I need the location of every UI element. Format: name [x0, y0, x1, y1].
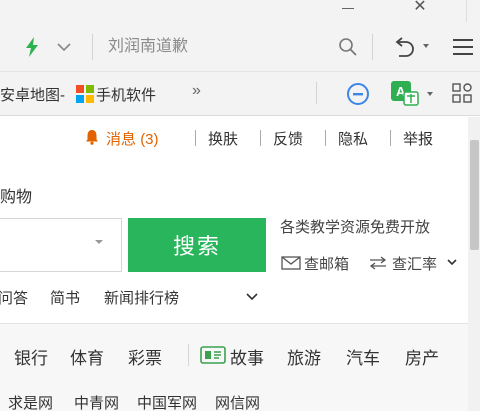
search-history-dropdown-icon[interactable]	[94, 239, 104, 245]
close-button[interactable]: ✕	[400, 0, 440, 18]
window-edge	[466, 0, 480, 22]
app-grid-icon[interactable]	[452, 83, 472, 103]
nav-auto[interactable]: 汽车	[346, 344, 380, 369]
nav-cyberspace-net[interactable]: 网信网	[215, 392, 260, 411]
lightning-bolt-icon[interactable]	[24, 37, 40, 57]
bell-icon	[86, 130, 98, 145]
divider	[316, 82, 317, 104]
divider	[195, 130, 196, 146]
chevron-down-icon[interactable]	[56, 40, 72, 54]
minimize-button[interactable]	[333, 0, 363, 18]
check-mail-link[interactable]: 查邮箱	[304, 253, 349, 274]
report-link[interactable]: 举报	[403, 128, 433, 149]
search-input[interactable]	[0, 218, 122, 272]
divider	[92, 34, 93, 60]
nav-story[interactable]: 故事	[230, 344, 264, 369]
mail-icon	[281, 256, 301, 270]
search-category-tab[interactable]: 购物	[0, 183, 32, 207]
chevron-down-icon[interactable]	[246, 293, 258, 300]
divider	[325, 130, 326, 146]
nav-qiushi[interactable]: 求是网	[8, 392, 53, 411]
translate-icon[interactable]: A	[390, 80, 420, 106]
nav-youth-net[interactable]: 中青网	[74, 392, 119, 411]
bookmark-mobile-software[interactable]: 手机软件	[96, 84, 156, 105]
messages-count: (3)	[140, 131, 159, 148]
windows-logo-icon	[76, 85, 94, 103]
qa-link[interactable]: 问答	[0, 287, 28, 308]
bookmark-android-map[interactable]: 安卓地图-	[0, 84, 65, 105]
divider	[390, 130, 391, 146]
divider	[372, 34, 373, 60]
messages-label: 消息	[106, 131, 137, 148]
jianshu-link[interactable]: 简书	[50, 287, 80, 308]
feedback-link[interactable]: 反馈	[273, 128, 303, 149]
minus-circle-icon[interactable]	[346, 82, 370, 106]
hamburger-icon[interactable]	[452, 37, 474, 57]
nav-lottery[interactable]: 彩票	[128, 344, 162, 369]
privacy-link[interactable]: 隐私	[338, 128, 368, 149]
search-icon[interactable]	[338, 37, 358, 57]
scrollbar-thumb[interactable]	[470, 140, 479, 250]
nav-military-net[interactable]: 中国军网	[137, 392, 197, 411]
undo-icon[interactable]	[392, 36, 416, 58]
story-card-icon	[200, 346, 226, 364]
address-input[interactable]	[108, 34, 318, 60]
nav-travel[interactable]: 旅游	[287, 344, 321, 369]
news-ranking-link[interactable]: 新闻排行榜	[104, 287, 179, 308]
chevron-down-icon[interactable]	[422, 43, 430, 49]
promo-slogan-link[interactable]: 各类教学资源免费开放	[280, 216, 430, 237]
chevron-down-icon[interactable]	[426, 91, 434, 97]
check-exchange-rate-link[interactable]: 查汇率	[392, 253, 437, 274]
messages-link[interactable]: 消息 (3)	[106, 128, 159, 149]
divider	[188, 344, 189, 366]
exchange-arrows-icon	[369, 256, 387, 270]
search-button[interactable]: 搜索	[128, 218, 266, 272]
divider	[260, 130, 261, 146]
chevron-down-icon[interactable]	[447, 259, 457, 265]
nav-realestate[interactable]: 房产	[405, 344, 439, 369]
nav-sports[interactable]: 体育	[70, 344, 104, 369]
nav-bank[interactable]: 银行	[14, 344, 48, 369]
skin-link[interactable]: 换肤	[208, 128, 238, 149]
bookmarks-more-button[interactable]: »	[192, 82, 201, 100]
